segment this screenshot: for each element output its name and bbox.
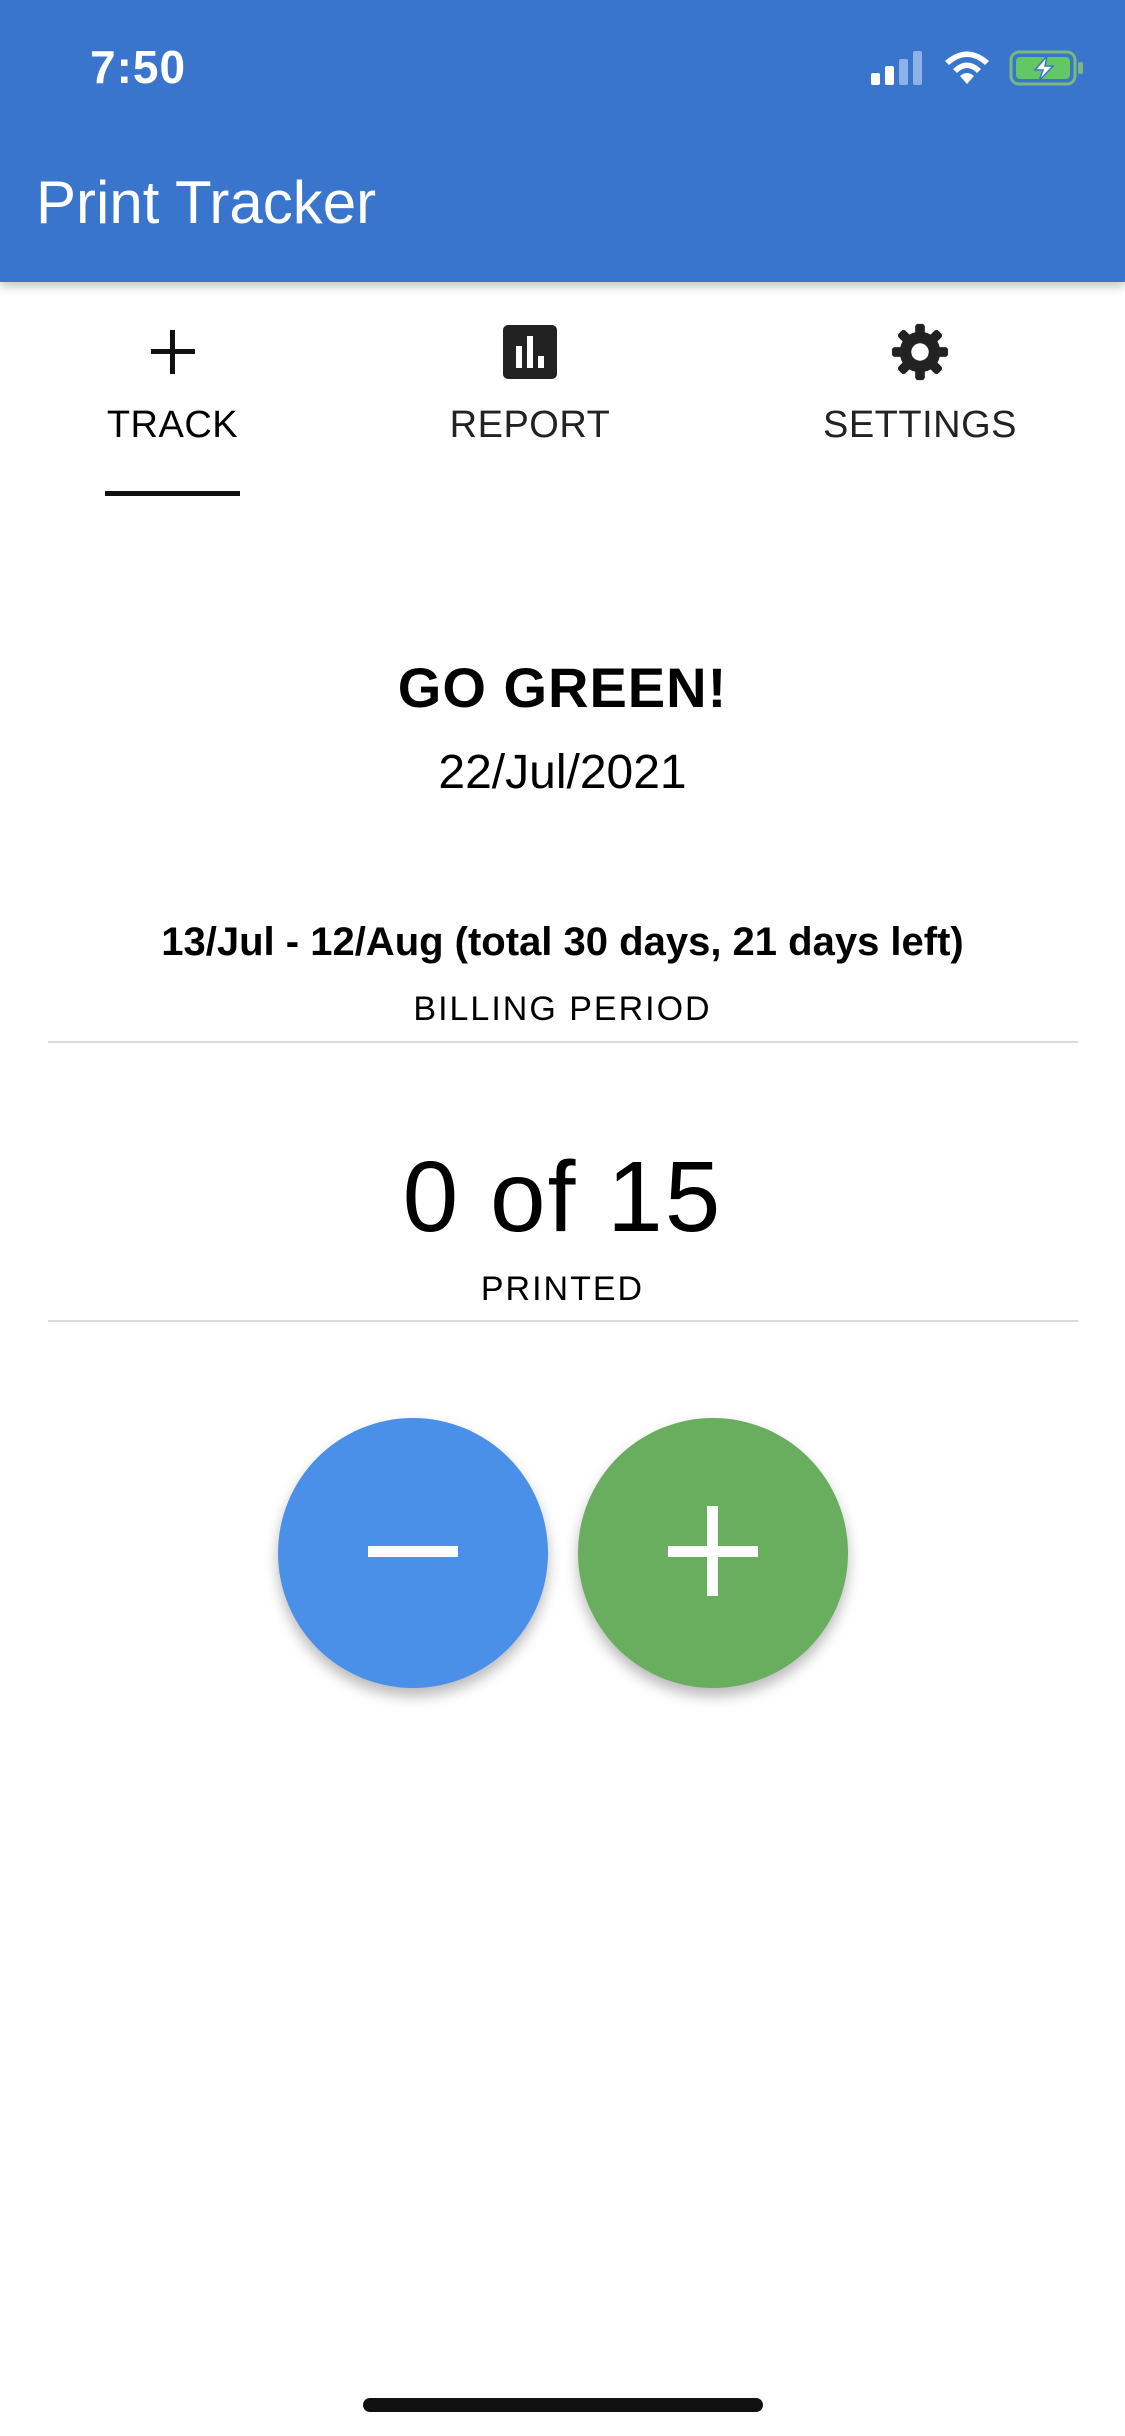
bar-chart-icon	[500, 322, 560, 382]
divider	[48, 1320, 1078, 1322]
active-tab-indicator	[105, 491, 240, 496]
status-icons	[871, 48, 1085, 92]
home-indicator	[363, 2398, 763, 2412]
app-title: Print Tracker	[36, 169, 377, 236]
tab-label: SETTINGS	[822, 404, 1018, 446]
tab-label: REPORT	[449, 404, 611, 446]
billing-period-value: 13/Jul - 12/Aug (total 30 days, 21 days …	[161, 920, 964, 964]
tab-track[interactable]: TRACK	[105, 322, 240, 512]
plus-icon	[666, 1504, 760, 1603]
status-time: 7:50	[90, 41, 187, 93]
screen: 7:50 Print Tracker TRACK REPORT SETTINGS…	[0, 0, 1125, 2436]
gear-icon	[890, 322, 950, 382]
increment-button[interactable]	[578, 1418, 848, 1688]
app-bar: 7:50 Print Tracker	[0, 0, 1125, 282]
wifi-icon	[943, 50, 991, 91]
minus-icon	[366, 1504, 460, 1603]
tab-label: TRACK	[106, 404, 239, 446]
tab-settings[interactable]: SETTINGS	[800, 322, 1040, 512]
cellular-signal-icon	[871, 50, 925, 90]
tab-report[interactable]: REPORT	[430, 322, 630, 512]
current-date: 22/Jul/2021	[438, 746, 687, 799]
tagline: GO GREEN!	[397, 656, 728, 719]
tab-bar: TRACK REPORT SETTINGS	[0, 282, 1125, 512]
decrement-button[interactable]	[278, 1418, 548, 1688]
battery-charging-icon	[1009, 50, 1085, 91]
plus-icon	[143, 322, 203, 382]
printed-count: 0 of 15	[402, 1141, 723, 1253]
printed-label: PRINTED	[480, 1270, 645, 1308]
billing-period-label: BILLING PERIOD	[413, 990, 712, 1028]
divider	[48, 1041, 1078, 1043]
